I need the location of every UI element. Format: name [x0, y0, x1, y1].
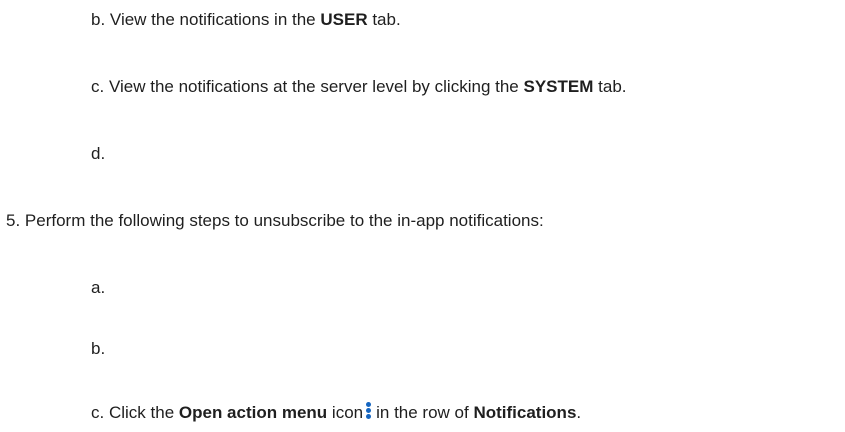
step-5c: c. Click the Open action menu icon in the…	[91, 402, 581, 424]
step-marker: d.	[91, 144, 106, 163]
step-text: View the notifications in the	[109, 10, 316, 29]
step-text: Perform the following steps to unsubscri…	[24, 211, 544, 230]
step-text: in the row of	[376, 403, 469, 422]
step-text: .	[576, 403, 582, 422]
step-4b: b. View the notifications in the USER ta…	[91, 9, 401, 31]
step-text: Click the	[108, 403, 175, 422]
step-5: 5. Perform the following steps to unsubs…	[6, 210, 544, 232]
step-4c: c. View the notifications at the server …	[91, 76, 627, 98]
step-text: tab.	[598, 77, 627, 96]
step-text: View the notifications at the server lev…	[108, 77, 519, 96]
step-5b: b.	[91, 338, 105, 360]
kebab-menu-icon	[366, 402, 372, 420]
step-4d: d.	[91, 143, 105, 165]
step-text: tab.	[372, 10, 401, 29]
step-5a: a.	[91, 277, 105, 299]
step-marker: b.	[91, 339, 106, 358]
step-text: icon	[331, 403, 364, 422]
system-tab-label: SYSTEM	[523, 77, 594, 96]
step-marker: c.	[91, 403, 105, 422]
step-marker: a.	[91, 278, 106, 297]
step-marker: b.	[91, 10, 106, 29]
notifications-label: Notifications	[473, 403, 577, 422]
step-marker: c.	[91, 77, 105, 96]
step-marker: 5.	[6, 211, 21, 230]
open-action-menu-label: Open action menu	[178, 403, 328, 422]
user-tab-label: USER	[320, 10, 368, 29]
